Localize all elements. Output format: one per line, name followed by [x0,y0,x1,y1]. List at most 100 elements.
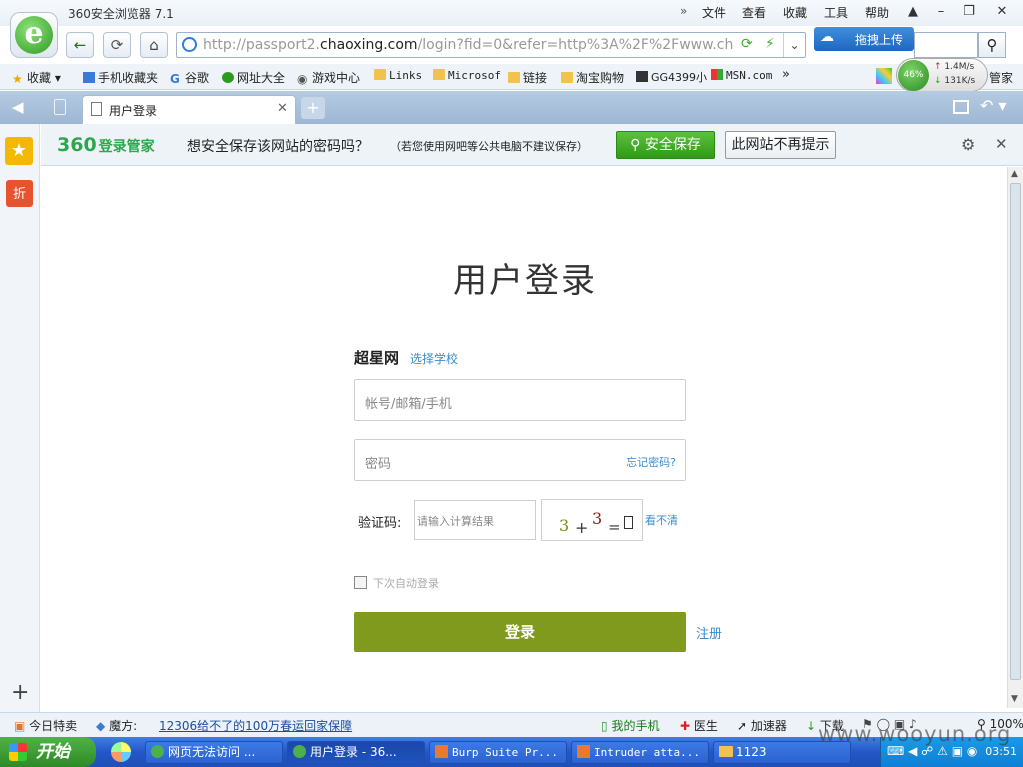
news-link[interactable]: 12306给不了的100万春运回家保障 [159,717,352,734]
new-tab-button[interactable]: + [301,97,325,119]
sidebar-toggle-icon[interactable]: ◀ [12,98,24,116]
captcha-placeholder: 请输入计算结果 [417,515,494,528]
bookmark-gg4399[interactable]: GG4399小 [636,69,707,85]
never-prompt-button[interactable]: 此网站不再提示 [725,131,836,159]
vertical-scrollbar[interactable]: ▲ ▼ [1007,167,1023,708]
menu-tools[interactable]: 工具 [824,4,848,21]
menu-favorites[interactable]: 收藏 [783,4,807,21]
add-sidebar-icon[interactable]: + [11,680,29,705]
task-intruder[interactable]: Intruder atta... [571,741,709,764]
password-input[interactable]: 密码 忘记密码? [354,439,686,481]
tray-icons[interactable]: ⌨ ◀ ☍ ⚠ ▣ ◉ [887,744,977,758]
home-button[interactable]: ⌂ [140,32,168,58]
bookmark-mobile[interactable]: 手机收藏夹 [83,69,158,86]
my-phone[interactable]: ▯ 我的手机 [601,717,659,734]
restore-button[interactable]: ❐ [957,2,981,22]
task-burp-suite[interactable]: Burp Suite Pr... [429,741,567,764]
captcha-refresh-link[interactable]: 看不清 [645,512,678,528]
login-button[interactable]: 登录 [354,612,686,652]
folder-icon [561,72,573,83]
skin-icon[interactable]: ▲ [901,2,925,22]
speed-mode-icon[interactable]: ⚡ [765,36,775,52]
gift-icon: ▣ [14,719,26,733]
site-info-icon[interactable] [182,37,197,52]
burp-icon [577,745,590,758]
captcha-digit-a: 3 [559,516,570,535]
cube-icon: ◆ [96,719,106,733]
discount-icon[interactable]: 折 [6,180,33,207]
scroll-down-icon[interactable]: ▼ [1011,694,1018,704]
close-tab-icon[interactable]: ✕ [277,101,288,116]
bookmark-msn[interactable]: MSN.com [711,69,772,82]
speed-percent: 46% [898,60,929,91]
bookmarks-overflow-icon[interactable]: » [782,67,790,82]
compat-icon[interactable]: ⟳ [741,36,753,52]
menu-help[interactable]: 帮助 [865,4,889,21]
minimize-button[interactable]: – [929,2,953,22]
task-page-error[interactable]: 网页无法访问 ... [145,741,283,764]
bookmark-games[interactable]: ◉ 游戏中心 [297,69,360,86]
choose-school-link[interactable]: 选择学校 [410,350,458,367]
address-bar[interactable]: http://passport2.chaoxing.com/login?fid=… [176,32,806,58]
clock[interactable]: 03:51 [985,745,1017,758]
bookmark-favorites[interactable]: ★ 收藏 ▾ [12,69,61,86]
mobile-icon[interactable] [54,99,66,115]
account-input[interactable]: 帐号/邮箱/手机 [354,379,686,421]
doctor[interactable]: ✚ 医生 [680,717,718,734]
bookmark-taobao[interactable]: 淘宝购物 [561,69,624,86]
bookmark-microsoft[interactable]: Microsof [433,69,501,82]
close-window-button[interactable]: ✕ [990,2,1014,22]
rocket-icon: ➚ [737,719,748,733]
undo-close-icon[interactable]: ↶ ▾ [980,96,1007,115]
brand-name: 超星网 [354,349,400,367]
register-link[interactable]: 注册 [696,623,722,642]
restore-tabs-icon[interactable] [953,100,969,114]
captcha-image[interactable]: 3 + 3 = ? [541,499,643,541]
close-icon[interactable]: ✕ [995,135,1008,153]
password-save-question: 想安全保存该网站的密码吗？ [187,139,369,155]
search-input[interactable] [914,32,978,58]
secure-save-button[interactable]: ⚲ 安全保存 [616,131,715,159]
browser-icon [151,745,164,758]
forgot-password-link[interactable]: 忘记密码? [626,454,676,470]
accelerator[interactable]: ➚ 加速器 [737,717,787,734]
windows-logo-icon [9,743,27,761]
menu-file[interactable]: 文件 [702,4,726,21]
drag-upload-button[interactable]: ☁ 拖拽上传 [814,27,914,51]
burp-icon [435,745,448,758]
scroll-thumb[interactable] [1010,183,1021,680]
refresh-button[interactable]: ⟳ [103,32,131,58]
menu-view[interactable]: 查看 [742,4,766,21]
back-button[interactable]: ← [66,32,94,58]
download-speed: ↓ 131K/s [934,76,976,86]
address-url[interactable]: http://passport2.chaoxing.com/login?fid=… [203,37,733,53]
captcha-digit-b: 3 [592,509,603,528]
bookmark-sites[interactable]: 网址大全 [222,69,285,86]
bookmark-google[interactable]: G 谷歌 [170,69,209,86]
favorites-star-icon[interactable]: ★ [5,137,33,165]
network-speed-widget[interactable]: 46% ↑ 1.4M/s ↓ 131K/s [896,58,988,92]
bookmark-link[interactable]: 链接 [508,69,547,86]
captcha-input[interactable]: 请输入计算结果 [414,500,536,540]
search-icon[interactable]: ⚲ [978,32,1006,58]
browser-logo-icon: e [15,16,53,54]
bookmark-links[interactable]: Links [374,69,422,82]
account-placeholder: 帐号/邮箱/手机 [365,397,452,412]
phone-icon: ▯ [601,719,608,733]
start-button[interactable]: 开始 [0,737,96,767]
tab-user-login[interactable]: 用户登录 ✕ [82,95,296,124]
apps-icon[interactable] [876,68,892,84]
captcha-label: 验证码: [358,516,402,531]
remember-checkbox[interactable] [354,576,367,589]
daily-deals[interactable]: ▣ 今日特卖 [14,717,77,734]
captcha-unknown-box: ? [624,516,633,529]
guardian-label[interactable]: 管家 [989,69,1013,86]
tab-title: 用户登录 [109,104,158,118]
address-dropdown-icon[interactable]: ⌄ [783,33,805,57]
gear-icon[interactable]: ⚙ [961,135,975,154]
task-user-login[interactable]: 用户登录 - 36... [287,741,425,764]
quick-launch-icon[interactable] [111,742,131,762]
scroll-up-icon[interactable]: ▲ [1011,169,1018,179]
menu-overflow-icon[interactable]: » [680,4,687,18]
magic-cube[interactable]: ◆ 魔方: [96,717,137,734]
